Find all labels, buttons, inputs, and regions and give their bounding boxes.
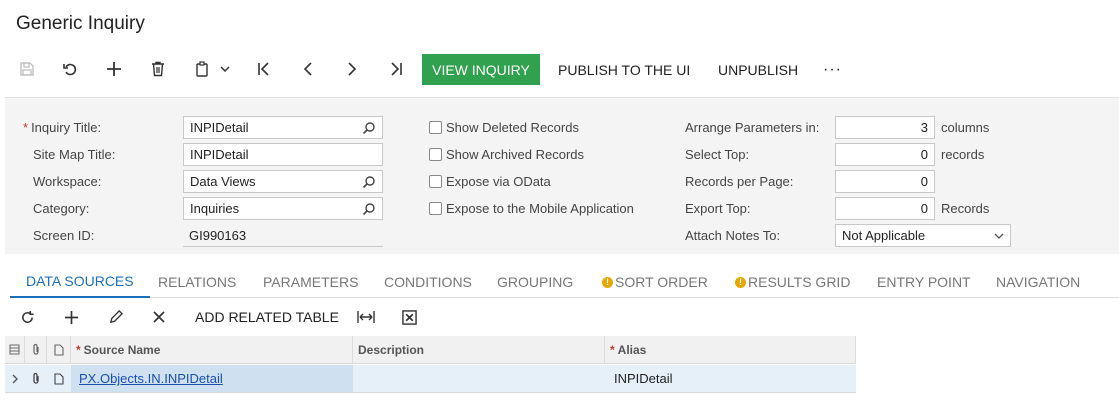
site-map-title-label: Site Map Title: — [33, 147, 116, 162]
export-top-label: Export Top: — [685, 201, 751, 216]
alias-column-header[interactable]: * Alias — [605, 336, 856, 364]
more-icon[interactable]: ··· — [823, 54, 842, 85]
chevron-down-icon[interactable] — [218, 52, 232, 86]
search-icon[interactable] — [362, 121, 376, 135]
attach-notes-select[interactable]: Not Applicable — [835, 224, 1011, 247]
tab-navigation[interactable]: NAVIGATION — [996, 266, 1080, 298]
attachment-header-icon — [25, 336, 47, 364]
tab-conditions[interactable]: CONDITIONS — [384, 266, 472, 298]
arrange-parameters-field[interactable]: 3 — [835, 116, 935, 139]
export-top-suffix: Records — [941, 201, 990, 216]
source-name-column-header[interactable]: * Source Name — [71, 336, 353, 364]
expose-mobile-checkbox[interactable]: Expose to the Mobile Application — [429, 201, 634, 216]
table-row-description[interactable] — [353, 365, 605, 393]
category-label: Category: — [33, 201, 90, 216]
edit-icon[interactable] — [105, 301, 125, 333]
add-row-icon[interactable] — [61, 301, 81, 333]
last-record-icon[interactable] — [385, 52, 407, 86]
copy-paste-icon[interactable] — [191, 52, 213, 86]
next-record-icon[interactable] — [341, 52, 363, 86]
chevron-down-icon[interactable] — [994, 231, 1004, 241]
save-icon[interactable] — [16, 52, 38, 86]
inquiry-form: * Inquiry Title: INPIDetail Site Map Titl… — [5, 97, 1119, 254]
site-map-title-field[interactable]: INPIDetail — [183, 143, 383, 166]
arrange-parameters-label: Arrange Parameters in: — [685, 120, 820, 135]
source-name-link[interactable]: PX.Objects.IN.INPIDetail — [79, 371, 223, 386]
tab-sort-order[interactable]: ! SORT ORDER — [602, 266, 708, 298]
arrange-parameters-suffix: columns — [941, 120, 990, 135]
tab-entry-point[interactable]: ENTRY POINT — [877, 266, 971, 298]
table-row-alias[interactable]: INPIDetail — [605, 365, 856, 393]
select-top-field[interactable]: 0 — [835, 143, 935, 166]
category-field[interactable]: Inquiries — [183, 197, 383, 220]
row-selector-header-icon[interactable] — [5, 336, 25, 364]
fit-columns-icon[interactable] — [355, 301, 377, 333]
workspace-field[interactable]: Data Views — [183, 170, 383, 193]
show-archived-records-checkbox[interactable]: Show Archived Records — [429, 147, 584, 162]
warning-icon: ! — [602, 276, 613, 288]
refresh-icon[interactable] — [17, 301, 37, 333]
records-per-page-field[interactable]: 0 — [835, 170, 935, 193]
delete-row-icon[interactable] — [149, 301, 169, 333]
inquiry-title-label: * Inquiry Title: — [23, 120, 102, 135]
unpublish-button[interactable]: UNPUBLISH — [718, 54, 798, 85]
publish-to-ui-button[interactable]: PUBLISH TO THE UI — [558, 54, 690, 85]
first-record-icon[interactable] — [253, 52, 275, 86]
workspace-label: Workspace: — [33, 174, 102, 189]
delete-icon[interactable] — [147, 52, 169, 86]
select-top-suffix: records — [941, 147, 985, 162]
show-deleted-records-checkbox[interactable]: Show Deleted Records — [429, 120, 579, 135]
screen-id-field: GI990163 — [183, 224, 383, 247]
tab-results-grid[interactable]: ! RESULTS GRID — [735, 266, 850, 298]
search-icon[interactable] — [362, 202, 376, 216]
table-row-source-name[interactable]: PX.Objects.IN.INPIDetail — [71, 365, 353, 393]
export-top-field[interactable]: 0 — [835, 197, 935, 220]
undo-icon[interactable] — [59, 52, 81, 86]
grid-toolbar: ADD RELATED TABLE — [5, 301, 1119, 333]
previous-record-icon[interactable] — [297, 52, 319, 86]
records-per-page-label: Records per Page: — [685, 174, 794, 189]
tab-bar: DATA SOURCES RELATIONS PARAMETERS CONDIT… — [10, 266, 1119, 298]
add-icon[interactable] — [103, 52, 125, 86]
screen-id-label: Screen ID: — [33, 228, 95, 243]
attach-notes-label: Attach Notes To: — [685, 228, 781, 243]
tab-relations[interactable]: RELATIONS — [158, 266, 236, 298]
main-toolbar: VIEW INQUIRY PUBLISH TO THE UI UNPUBLISH… — [0, 52, 1119, 86]
select-top-label: Select Top: — [685, 147, 750, 162]
view-inquiry-button[interactable]: VIEW INQUIRY — [422, 54, 540, 85]
description-column-header[interactable]: Description — [353, 336, 605, 364]
note-header-icon — [47, 336, 71, 364]
tab-parameters[interactable]: PARAMETERS — [263, 266, 358, 298]
expose-odata-checkbox[interactable]: Expose via OData — [429, 174, 551, 189]
add-related-table-button[interactable]: ADD RELATED TABLE — [195, 301, 339, 333]
attachment-icon[interactable] — [25, 365, 47, 393]
row-expand-icon[interactable] — [5, 365, 25, 393]
note-icon[interactable] — [47, 365, 71, 393]
tab-data-sources[interactable]: DATA SOURCES — [10, 266, 150, 298]
inquiry-title-field[interactable]: INPIDetail — [183, 116, 383, 139]
page-title: Generic Inquiry — [16, 13, 145, 34]
warning-icon: ! — [735, 276, 746, 288]
tab-grouping[interactable]: GROUPING — [497, 266, 573, 298]
export-excel-icon[interactable] — [399, 301, 419, 333]
search-icon[interactable] — [362, 175, 376, 189]
